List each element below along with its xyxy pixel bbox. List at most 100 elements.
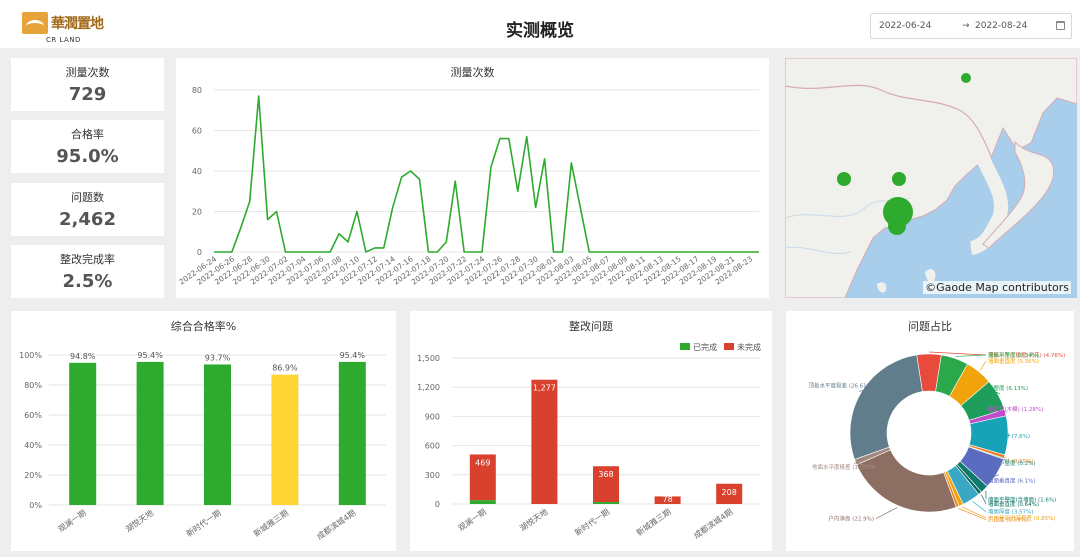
map-marker[interactable] <box>888 217 906 235</box>
measure-count-line-chart: 0204060802022-06-242022-06-262022-06-282… <box>177 86 759 287</box>
stat-label: 整改完成率 <box>60 253 115 266</box>
slice-label: 户内净高 (22.9%) <box>828 515 874 523</box>
stat-card-issue-count: 问题数 2,462 <box>11 183 164 236</box>
bar-segment <box>593 502 619 504</box>
data-label: 208 <box>722 488 737 497</box>
y-tick-label: 80 <box>192 86 202 95</box>
x-tick-label: 新城雅三期 <box>634 506 673 537</box>
bar <box>69 362 97 505</box>
x-tick-label: 观澜一期 <box>56 508 87 534</box>
y-tick-label: 20% <box>24 471 42 480</box>
data-label: 93.7% <box>205 353 231 362</box>
y-tick-label: 20 <box>192 208 202 217</box>
leader-line <box>955 354 987 357</box>
bar <box>204 364 231 505</box>
slice-label: 截面尺寸 (7.6%) <box>988 432 1030 440</box>
page-title: 实测概览 <box>506 21 574 41</box>
leader-line <box>980 360 987 371</box>
stat-card-pass-rate: 合格率 95.0% <box>11 120 164 173</box>
y-tick-label: 100% <box>19 351 42 360</box>
y-tick-label: 40 <box>192 167 202 176</box>
map-marker[interactable] <box>837 172 851 186</box>
slice-label: 平整度 (6.13%) <box>988 384 1028 392</box>
date-start-input[interactable]: 2022-06-24 <box>879 21 931 31</box>
issue-ratio-chart-card: 问题占比 顶板水平度极差(天花) (4.76%) 墙面平整度 (5.34%) 墙面垂… <box>786 311 1074 551</box>
data-label: 1,277 <box>533 384 556 393</box>
x-tick-label: 成都滨城4期 <box>315 507 358 541</box>
data-label: 78 <box>663 495 673 504</box>
rectification-stacked-bar-chart: 0 300 600 900 1,200 1,500 已完成 未完成 469 观澜一期 1,277 湖悦… <box>417 342 761 541</box>
legend-label: 未完成 <box>737 342 761 352</box>
pass-rate-bar-chart: 0% 20% 40% 60% 80% 100% 94.8% 观澜一期 95.4% 湖悦天地 93.7… <box>19 351 386 542</box>
data-label: 368 <box>598 470 613 479</box>
x-tick-label: 成都滨城4期 <box>692 506 735 540</box>
y-tick-label: 0 <box>197 248 202 257</box>
legend-swatch <box>724 343 734 350</box>
map-attribution: ©Gaode Map contributors <box>923 281 1071 294</box>
legend-swatch <box>680 343 690 350</box>
map-card[interactable]: ©Gaode Map contributors <box>785 58 1077 298</box>
logo-mark-icon <box>22 12 48 34</box>
y-tick-label: 600 <box>425 442 440 451</box>
leader-line <box>875 507 898 519</box>
stat-label: 测量次数 <box>65 66 110 79</box>
stat-label: 合格率 <box>71 128 104 141</box>
leader-line <box>958 508 987 520</box>
cr-land-logo: 華潤置地 CR LAND <box>22 12 114 44</box>
bar <box>338 361 366 505</box>
y-tick-label: 60% <box>24 411 42 420</box>
date-end-input[interactable]: 2022-08-24 <box>975 21 1027 31</box>
data-label: 86.9% <box>272 364 298 373</box>
bar <box>271 374 299 505</box>
data-label: 94.8% <box>70 352 96 361</box>
leader-line <box>972 501 987 512</box>
rectification-chart-card: 整改问题 0 300 600 900 1,200 1,500 已完成 未完成 469 观澜一期 1,… <box>410 311 772 551</box>
stat-value: 2.5% <box>62 271 113 292</box>
line-series <box>214 95 759 253</box>
x-tick-label: 新时代一期 <box>573 506 612 537</box>
slice-label: 顶板水平度极差 (26.61%) <box>808 381 874 389</box>
pie-slice <box>849 354 923 460</box>
calendar-icon[interactable] <box>1056 21 1065 30</box>
pass-rate-chart-card: 综合合格率% 0% 20% 40% 60% 80% 100% 94.8% 观澜一期 95.4% 湖… <box>11 311 396 551</box>
y-tick-label: 60 <box>192 127 202 136</box>
stat-value: 729 <box>68 84 107 105</box>
line-chart-card: 测量次数 0 20 40 60 80 2022-06-24 2022-06-26 2022-0… <box>176 58 769 298</box>
data-label: 469 <box>475 458 490 467</box>
map-marker[interactable] <box>892 172 906 186</box>
stat-value: 95.0% <box>56 146 119 167</box>
logo-english-name: CR LAND <box>46 36 81 44</box>
data-label: 95.4% <box>340 351 366 360</box>
region-map[interactable] <box>785 58 1077 298</box>
issue-ratio-donut-chart: 顶板水平度极差(天花) (4.76%)墙面平整度 (5.34%)墙面垂直度 (5… <box>808 351 1065 524</box>
y-tick-label: 1,500 <box>417 354 440 363</box>
legend-label: 已完成 <box>693 342 717 352</box>
header-bar: 華潤置地 CR LAND 实测概览 2022-06-24 → 2022-08-2… <box>0 0 1080 48</box>
stat-card-rectification-rate: 整改完成率 2.5% <box>11 245 164 298</box>
x-tick-label: 新城雅三期 <box>252 507 291 538</box>
date-range-picker[interactable]: 2022-06-24 → 2022-08-24 <box>870 13 1072 39</box>
y-tick-label: 0% <box>29 501 42 510</box>
date-range-separator: → <box>962 21 970 31</box>
slice-label: 方正度 (0.59%) <box>988 516 1028 524</box>
x-tick-label: 湖悦天地 <box>518 506 550 533</box>
stat-label: 问题数 <box>71 191 104 204</box>
bar-segment <box>531 379 558 504</box>
pie-slice <box>856 449 957 513</box>
slice-label: 墙面垂直度 (5.36%) <box>988 357 1039 365</box>
y-tick-label: 40% <box>24 441 42 450</box>
bar <box>136 361 164 505</box>
slice-label: 墙面平整度 (5.34%) <box>988 351 1039 359</box>
stat-value: 2,462 <box>59 209 116 230</box>
stat-card-measure-count: 测量次数 729 <box>11 58 164 111</box>
map-marker[interactable] <box>961 73 971 83</box>
slice-label: 墙面垂直度 (0.64%) <box>988 500 1039 508</box>
x-tick-label: 湖悦天地 <box>123 507 155 534</box>
bar-segment <box>469 500 496 504</box>
x-tick-label: 观澜一期 <box>457 507 488 533</box>
y-tick-label: 80% <box>24 381 42 390</box>
y-tick-label: 1,200 <box>417 383 440 392</box>
y-tick-label: 300 <box>425 471 440 480</box>
slice-label: 墙面厚度 (3.57%) <box>988 508 1034 516</box>
data-label: 95.4% <box>137 351 163 360</box>
